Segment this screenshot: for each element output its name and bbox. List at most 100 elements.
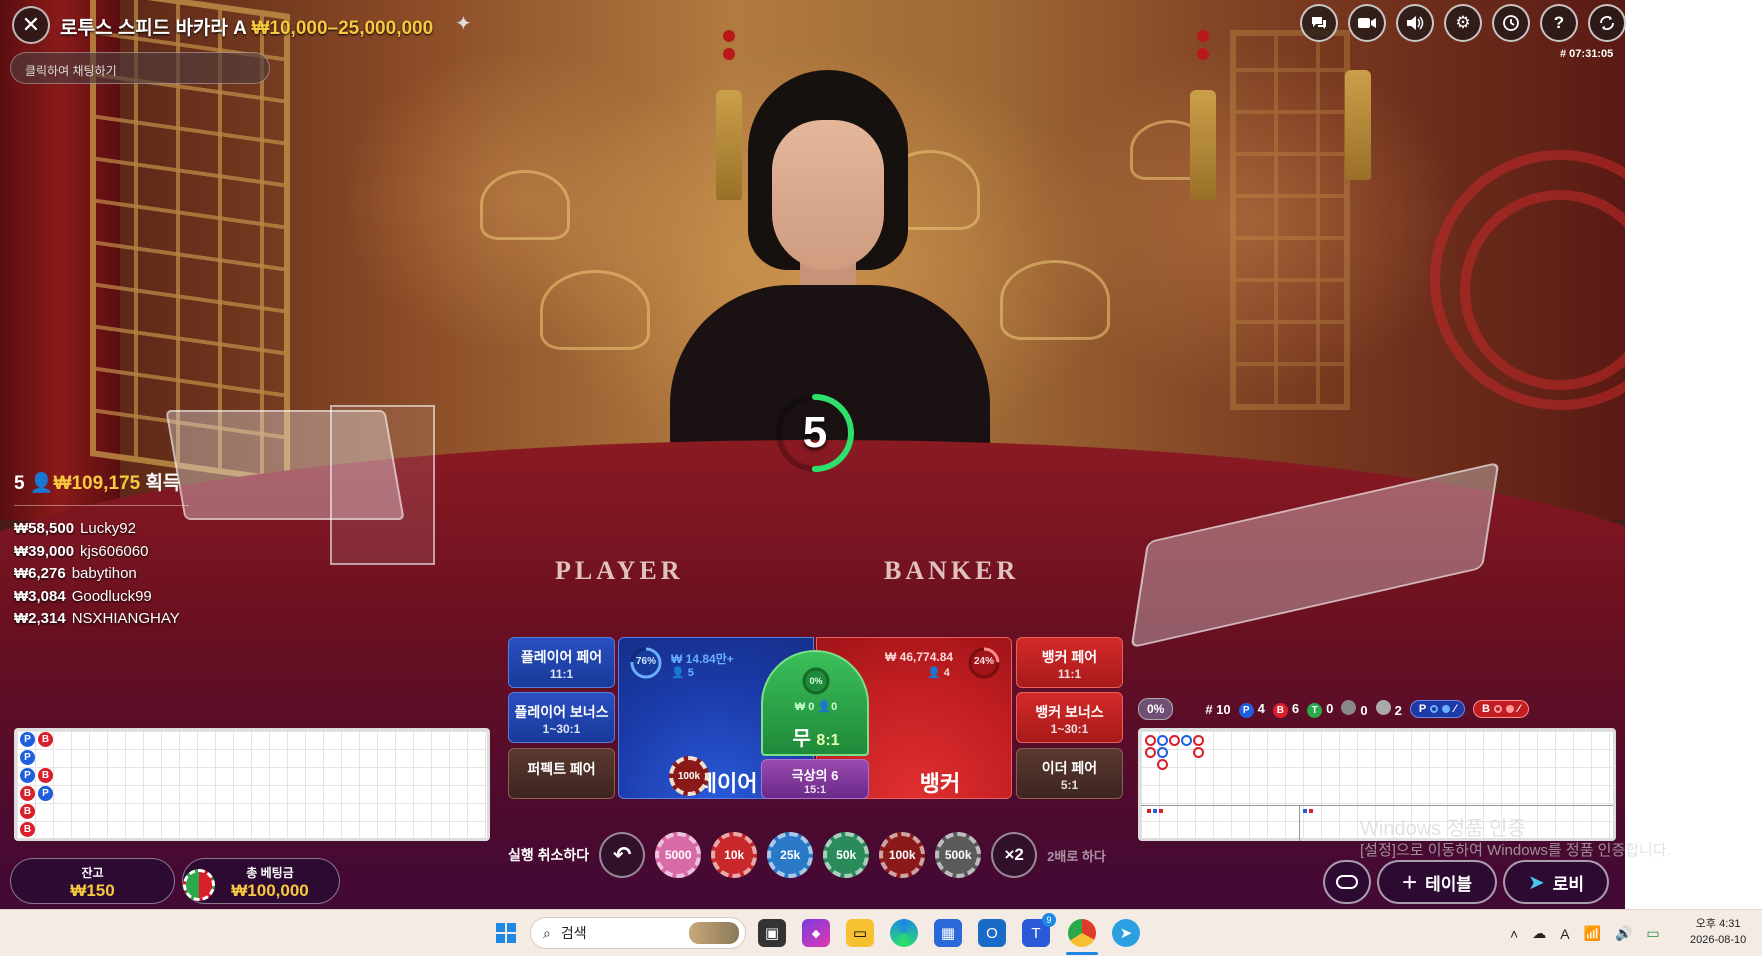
battery-icon[interactable]: ▭ bbox=[1646, 925, 1659, 942]
active-app-indicator bbox=[1066, 952, 1098, 955]
teams-icon[interactable]: T 9 bbox=[1022, 913, 1056, 947]
copilot-app-icon[interactable]: ◆ bbox=[802, 919, 830, 947]
help-icon[interactable]: ? bbox=[1540, 4, 1578, 42]
winners-header: 5 👤₩109,175 획득 bbox=[14, 468, 189, 506]
banker-label: 뱅커 bbox=[919, 771, 961, 796]
table-name: 로투스 스피드 바카라 A bbox=[60, 18, 247, 39]
double-icon: ×2 bbox=[1004, 845, 1024, 864]
chip-500k[interactable]: 500k bbox=[935, 832, 982, 878]
chat-icon[interactable] bbox=[1300, 4, 1338, 42]
onedrive-icon[interactable]: ☁ bbox=[1532, 925, 1546, 942]
bead-player: P bbox=[38, 786, 53, 801]
task-view-icon[interactable]: ▣ bbox=[758, 919, 786, 947]
stat-pct: 0% bbox=[1138, 698, 1174, 720]
winner-row: ₩39,000 kjs606060 bbox=[14, 542, 149, 560]
chat-input[interactable]: 클릭하여 채팅하기 bbox=[10, 52, 270, 84]
player-dot-icon: P bbox=[1238, 702, 1254, 718]
store-icon[interactable]: ▦ bbox=[934, 919, 962, 947]
minimize-game-button[interactable] bbox=[1323, 860, 1371, 904]
video-icon[interactable] bbox=[1348, 4, 1386, 42]
bet-banker-pair[interactable]: 뱅커 페어 11:1 bbox=[1016, 637, 1123, 688]
winner-row: ₩58,500 Lucky92 bbox=[14, 520, 136, 537]
notification-badge: 9 bbox=[1042, 913, 1056, 927]
double-button[interactable]: ×2 bbox=[991, 832, 1038, 878]
banker-total: ₩ 46,774.84 bbox=[885, 650, 954, 664]
ime-indicator[interactable]: A bbox=[1560, 926, 1569, 942]
lotus-ornament bbox=[480, 170, 570, 240]
balance-box: 잔고 ₩150 bbox=[10, 858, 175, 904]
close-icon: ✕ bbox=[21, 12, 41, 37]
chip-50k[interactable]: 50k bbox=[823, 832, 870, 878]
taskbar-clock[interactable]: 오후 4:31 2026-08-10 bbox=[1690, 916, 1746, 948]
tie-pct: 0% bbox=[809, 676, 823, 686]
winners-suffix: 획득 bbox=[145, 473, 181, 494]
player-count: 👤 5 bbox=[671, 667, 694, 679]
balance-value: ₩150 bbox=[70, 881, 115, 900]
speaker-icon[interactable]: 🔊 bbox=[1615, 925, 1632, 942]
file-explorer-icon[interactable]: ▭ bbox=[846, 919, 874, 947]
chip-100k[interactable]: 100k bbox=[879, 832, 926, 878]
start-button[interactable] bbox=[492, 919, 520, 947]
player-predict[interactable]: P ⁄ bbox=[1409, 700, 1466, 718]
chip-5000[interactable]: 5000 bbox=[655, 832, 702, 878]
bead-banker: B bbox=[38, 732, 53, 747]
search-icon: ⌕ bbox=[543, 924, 551, 941]
chip-10k[interactable]: 10k bbox=[711, 832, 758, 878]
telegram-icon[interactable]: ➤ bbox=[1112, 919, 1140, 947]
undo-button[interactable]: ↶ bbox=[599, 832, 646, 878]
bet-banker-bonus[interactable]: 뱅커 보너스 1~30:1 bbox=[1016, 692, 1123, 743]
winner-row: ₩3,084 Goodluck99 bbox=[14, 587, 152, 605]
wifi-icon[interactable]: 📶 bbox=[1584, 925, 1601, 942]
stat-banker-pair: 2 bbox=[1375, 700, 1402, 718]
player-pct: 76% bbox=[635, 656, 656, 667]
chip-25k[interactable]: 25k bbox=[767, 832, 814, 878]
user-icon: 👤 bbox=[29, 473, 54, 494]
reel-icon bbox=[1336, 875, 1358, 889]
clock-date: 2026-08-10 bbox=[1690, 934, 1747, 946]
table-label-player: PLAYER bbox=[555, 556, 684, 585]
system-tray: ˄ ☁ A 📶 🔊 ▭ bbox=[1510, 910, 1660, 956]
discard-box bbox=[330, 405, 435, 565]
volume-icon[interactable] bbox=[1396, 4, 1434, 42]
settings-gear-icon[interactable]: ⚙ bbox=[1444, 4, 1482, 42]
history-icon[interactable] bbox=[1492, 4, 1530, 42]
search-highlight-image bbox=[689, 922, 739, 944]
top-toolbar: ⚙ ? bbox=[1300, 4, 1626, 42]
right-lattice-screen bbox=[1230, 30, 1350, 410]
close-button[interactable]: ✕ bbox=[12, 6, 50, 44]
table-label-banker: BANKER bbox=[884, 556, 1020, 585]
fullscreen-icon[interactable] bbox=[1588, 4, 1626, 42]
outlook-icon[interactable]: O bbox=[978, 919, 1006, 947]
plus-icon: + bbox=[1401, 866, 1418, 897]
pin-icon[interactable]: ✦ bbox=[455, 11, 472, 36]
lobby-button[interactable]: ➤ 로비 bbox=[1503, 860, 1609, 904]
chevron-up-icon[interactable]: ˄ bbox=[1510, 926, 1518, 942]
stat-tie: T0 bbox=[1307, 701, 1333, 718]
edge-browser-icon[interactable] bbox=[890, 919, 918, 947]
bet-player-bonus[interactable]: 플레이어 보너스 1~30:1 bbox=[508, 692, 615, 743]
activation-subtitle: [설정]으로 이동하여 Windows를 정품 인증합니다. bbox=[1360, 842, 1671, 859]
taskbar-search[interactable]: ⌕ 검색 bbox=[530, 917, 746, 949]
table-title: 로투스 스피드 바카라 A ₩10,000–25,000,000 bbox=[60, 13, 433, 40]
bead-player: P bbox=[20, 768, 35, 783]
gold-tassel bbox=[1345, 70, 1371, 180]
bet-tie[interactable]: 0% ₩ 0 👤0 무 8:1 bbox=[761, 650, 869, 756]
chrome-browser-icon[interactable] bbox=[1068, 919, 1096, 947]
add-table-button[interactable]: + 테이블 bbox=[1377, 860, 1497, 904]
bet-player-pair[interactable]: 플레이어 페어 11:1 bbox=[508, 637, 615, 688]
tassel-bead bbox=[723, 30, 735, 42]
tassel-bead bbox=[1197, 48, 1209, 60]
bead-road-board[interactable]: PBPPBBBBBP bbox=[14, 728, 490, 841]
bet-super-six[interactable]: 극상의 6 15:1 bbox=[761, 759, 869, 799]
banker-predict[interactable]: B ⁄ bbox=[1473, 700, 1529, 718]
recent-winners: 5 👤₩109,175 획득 ₩58,500 Lucky92 ₩39,000 kjs… bbox=[14, 468, 189, 631]
tie-label: 무 8:1 bbox=[792, 728, 840, 750]
player-pair-dot-icon bbox=[1341, 700, 1357, 715]
road-statistics: 0% # 10 P4 B6 T0 0 2 P ⁄ B ⁄ bbox=[1138, 696, 1616, 722]
total-bet-box: 총 베팅금 ₩100,000 bbox=[182, 858, 340, 904]
bet-limits: ₩10,000–25,000,000 bbox=[251, 18, 434, 39]
bet-perfect-pair[interactable]: 퍼펙트 페어 bbox=[508, 748, 615, 799]
windows-logo-icon bbox=[496, 923, 516, 943]
bet-either-pair[interactable]: 이더 페어 5:1 bbox=[1016, 748, 1123, 799]
winner-row: ₩6,276 babytihon bbox=[14, 565, 137, 582]
